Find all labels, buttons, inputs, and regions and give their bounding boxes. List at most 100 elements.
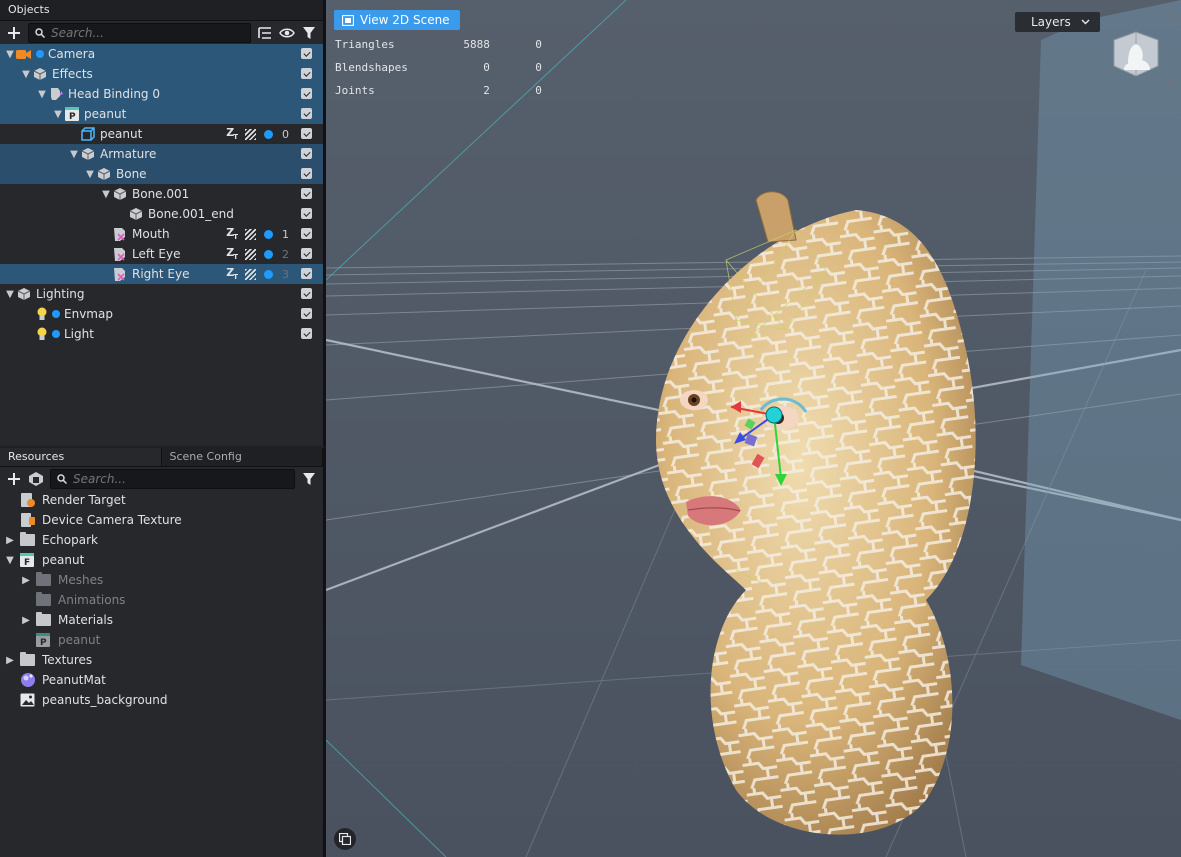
layer-number: 2 bbox=[282, 247, 289, 261]
settings-gear-icon-secondary[interactable] bbox=[1166, 76, 1180, 90]
objects-tab[interactable]: Objects bbox=[0, 0, 323, 21]
tab-scene-config[interactable]: Scene Config bbox=[161, 448, 323, 466]
enabled-checkbox[interactable] bbox=[301, 248, 312, 259]
head-binding-icon bbox=[48, 86, 64, 102]
tree-item-light[interactable]: Light bbox=[0, 324, 323, 344]
resource-label: peanuts_background bbox=[42, 693, 168, 707]
enabled-checkbox[interactable] bbox=[301, 168, 312, 179]
scene-layout-toggle[interactable] bbox=[334, 828, 356, 850]
expand-arrow-icon[interactable]: ▼ bbox=[84, 168, 96, 180]
tree-item-peanut-mesh[interactable]: peanut ZT 0 bbox=[0, 124, 323, 144]
enabled-checkbox[interactable] bbox=[301, 48, 312, 59]
scene-object-icon bbox=[96, 166, 112, 182]
tree-item-armature[interactable]: ▼ Armature bbox=[0, 144, 323, 164]
resource-render-target[interactable]: Render Target bbox=[0, 490, 323, 510]
render-order-icon[interactable]: ZT bbox=[226, 226, 238, 241]
expand-arrow-icon[interactable]: ▼ bbox=[68, 148, 80, 160]
collapsed-arrow-icon[interactable]: ▶ bbox=[20, 575, 32, 586]
light-bulb-icon bbox=[34, 326, 50, 342]
filter-button[interactable] bbox=[301, 25, 317, 41]
active-dot-icon bbox=[36, 50, 44, 58]
resource-echopark[interactable]: ▶ Echopark bbox=[0, 530, 323, 550]
tree-item-bone-001[interactable]: ▼ Bone.001 bbox=[0, 184, 323, 204]
resource-peanuts-background[interactable]: peanuts_background bbox=[0, 690, 323, 710]
tree-item-head-binding[interactable]: ▼ Head Binding 0 bbox=[0, 84, 323, 104]
enabled-checkbox[interactable] bbox=[301, 68, 312, 79]
expand-arrow-icon[interactable]: ▼ bbox=[4, 288, 16, 300]
tree-item-right-eye[interactable]: Right Eye ZT 3 bbox=[0, 264, 323, 284]
resources-search[interactable] bbox=[50, 469, 295, 489]
tree-item-camera[interactable]: ▼ Camera bbox=[0, 44, 323, 64]
resource-peanut-mesh[interactable]: P peanut bbox=[0, 630, 323, 650]
objects-search-input[interactable] bbox=[51, 26, 244, 40]
layers-hatch-icon[interactable] bbox=[245, 228, 256, 240]
enabled-checkbox[interactable] bbox=[301, 148, 312, 159]
svg-text:P: P bbox=[69, 112, 76, 121]
prefab-icon: P bbox=[64, 106, 80, 122]
scene-viewport[interactable]: View 2D Scene Triangles 5888 0 Blendshap… bbox=[326, 0, 1181, 857]
layers-hatch-icon[interactable] bbox=[245, 268, 256, 280]
resource-device-camera-texture[interactable]: Device Camera Texture bbox=[0, 510, 323, 530]
enabled-checkbox[interactable] bbox=[301, 288, 312, 299]
view-cube-head-icon[interactable] bbox=[1108, 26, 1164, 82]
layers-dropdown[interactable]: Layers bbox=[1015, 12, 1100, 32]
visibility-button[interactable] bbox=[279, 25, 295, 41]
tree-item-effects[interactable]: ▼ Effects bbox=[0, 64, 323, 84]
resource-label: Animations bbox=[58, 593, 126, 607]
add-object-button[interactable] bbox=[6, 25, 22, 41]
camera-texture-icon bbox=[20, 512, 36, 528]
render-order-icon[interactable]: ZT bbox=[226, 266, 238, 281]
expand-arrow-icon[interactable]: ▼ bbox=[4, 48, 16, 60]
resource-textures[interactable]: ▶ Textures bbox=[0, 650, 323, 670]
settings-gear-icon[interactable] bbox=[1166, 10, 1180, 24]
resources-filter-button[interactable] bbox=[301, 471, 317, 487]
asset-library-button[interactable] bbox=[28, 471, 44, 487]
enabled-checkbox[interactable] bbox=[301, 268, 312, 279]
view-2d-scene-button[interactable]: View 2D Scene bbox=[334, 10, 460, 30]
stat-row: Blendshapes 0 0 bbox=[335, 61, 542, 84]
enabled-checkbox[interactable] bbox=[301, 128, 312, 139]
expand-arrow-icon[interactable]: ▼ bbox=[4, 555, 16, 566]
resource-materials[interactable]: ▶ Materials bbox=[0, 610, 323, 630]
tree-item-left-eye[interactable]: Left Eye ZT 2 bbox=[0, 244, 323, 264]
mesh-icon bbox=[80, 126, 96, 142]
expand-arrow-icon[interactable]: ▼ bbox=[52, 108, 64, 120]
expand-arrow-icon[interactable]: ▼ bbox=[20, 68, 32, 80]
stat-name: Blendshapes bbox=[335, 61, 408, 74]
face-retouch-icon bbox=[112, 226, 128, 242]
tree-item-bone[interactable]: ▼ Bone bbox=[0, 164, 323, 184]
hierarchy-view-button[interactable] bbox=[257, 25, 273, 41]
tree-item-mouth[interactable]: Mouth ZT 1 bbox=[0, 224, 323, 244]
collapsed-arrow-icon[interactable]: ▶ bbox=[20, 615, 32, 626]
objects-toolbar bbox=[0, 21, 323, 45]
render-order-icon[interactable]: ZT bbox=[226, 246, 238, 261]
tree-item-envmap[interactable]: Envmap bbox=[0, 304, 323, 324]
layers-hatch-icon[interactable] bbox=[245, 128, 256, 140]
row-extras: ZT 1 bbox=[226, 226, 289, 242]
expand-arrow-icon[interactable]: ▼ bbox=[100, 188, 112, 200]
layers-hatch-icon[interactable] bbox=[245, 248, 256, 260]
resource-animations[interactable]: Animations bbox=[0, 590, 323, 610]
resources-search-input[interactable] bbox=[73, 472, 288, 486]
enabled-checkbox[interactable] bbox=[301, 108, 312, 119]
resource-meshes[interactable]: ▶ Meshes bbox=[0, 570, 323, 590]
enabled-checkbox[interactable] bbox=[301, 328, 312, 339]
tree-item-lighting[interactable]: ▼ Lighting bbox=[0, 284, 323, 304]
enabled-checkbox[interactable] bbox=[301, 308, 312, 319]
enabled-checkbox[interactable] bbox=[301, 228, 312, 239]
collapsed-arrow-icon[interactable]: ▶ bbox=[4, 535, 16, 546]
enabled-checkbox[interactable] bbox=[301, 88, 312, 99]
resource-peanutmat[interactable]: PeanutMat bbox=[0, 670, 323, 690]
add-resource-button[interactable] bbox=[6, 471, 22, 487]
collapsed-arrow-icon[interactable]: ▶ bbox=[4, 655, 16, 666]
tab-resources[interactable]: Resources bbox=[0, 448, 162, 466]
expand-arrow-icon[interactable]: ▼ bbox=[36, 88, 48, 100]
row-extras: ZT 0 bbox=[226, 126, 289, 142]
render-order-icon[interactable]: ZT bbox=[226, 126, 238, 141]
enabled-checkbox[interactable] bbox=[301, 188, 312, 199]
tree-item-bone-001-end[interactable]: Bone.001_end bbox=[0, 204, 323, 224]
resource-peanut-prefab[interactable]: ▼ F peanut bbox=[0, 550, 323, 570]
enabled-checkbox[interactable] bbox=[301, 208, 312, 219]
objects-search[interactable] bbox=[28, 23, 251, 43]
tree-item-peanut-prefab[interactable]: ▼ P peanut bbox=[0, 104, 323, 124]
